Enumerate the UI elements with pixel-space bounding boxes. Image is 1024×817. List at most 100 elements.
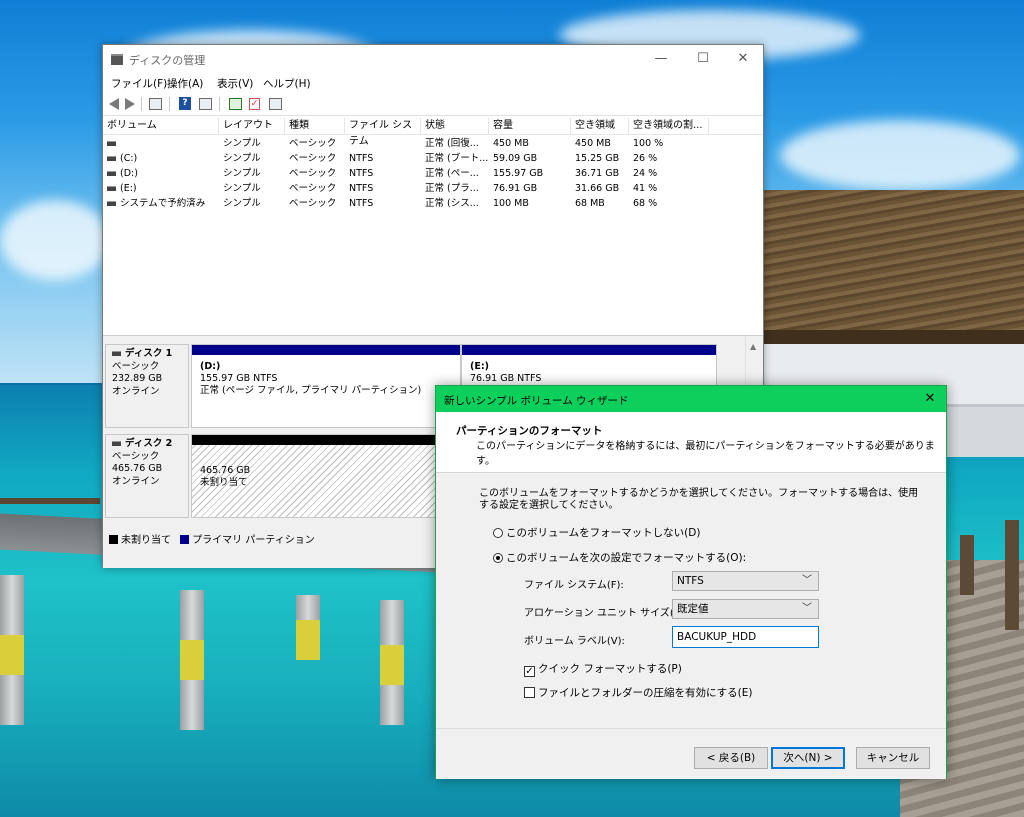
cell-type: ベーシック (289, 183, 337, 194)
column-volume[interactable]: ボリューム (103, 118, 219, 134)
allocation-unit-select[interactable]: 既定値 ﹀ (672, 599, 819, 619)
cloud (780, 120, 1020, 190)
pier-post (0, 575, 24, 725)
wizard-close-button[interactable]: ✕ (920, 390, 940, 408)
chevron-down-icon: ﹀ (802, 575, 812, 586)
connect-icon[interactable] (229, 98, 242, 110)
menu-help[interactable]: ヘルプ(H) (263, 76, 311, 91)
partition-bar (462, 345, 716, 355)
disk-icon (112, 351, 121, 356)
pier-post (296, 595, 320, 660)
check-icon[interactable]: ✓ (249, 98, 260, 110)
title-bar[interactable]: ディスクの管理 — ☐ ✕ (103, 45, 763, 73)
scroll-up-icon[interactable]: ▲ (750, 342, 756, 351)
partition-d[interactable]: (D:) 155.97 GB NTFS 正常 (ページ ファイル, プライマリ … (191, 344, 461, 428)
column-capacity[interactable]: 容量 (489, 118, 571, 134)
radio-no-format[interactable]: このボリュームをフォーマットしない(D) (493, 525, 700, 540)
forward-arrow-icon[interactable] (125, 98, 135, 110)
radio-format-circle[interactable] (493, 553, 503, 563)
list-view-icon[interactable] (269, 98, 282, 110)
file-system-select[interactable]: NTFS ﹀ (672, 571, 819, 591)
window-title: ディスクの管理 (129, 54, 206, 67)
show-hide-tree-icon[interactable] (149, 98, 162, 110)
wizard-description: このボリュームをフォーマットするかどうかを選択してください。フォーマットする場合… (479, 488, 919, 511)
wizard-title: 新しいシンプル ボリューム ウィザード (444, 395, 629, 407)
cell-free-percent: 41 % (633, 183, 658, 194)
cell-type: ベーシック (289, 198, 337, 209)
cell-volume: (E:) (103, 181, 219, 196)
pier-post (180, 590, 204, 730)
toolbar-separator (141, 97, 142, 111)
legend-unallocated: 未割り当て (121, 535, 171, 546)
disk-type: ベーシック (112, 360, 160, 372)
cell-free-percent: 100 % (633, 138, 664, 149)
disk-name: ディスク 1 (125, 348, 173, 359)
disk-status: オンライン (112, 385, 160, 397)
cell-status: 正常 (ペー... (425, 168, 479, 179)
wizard-body: このボリュームをフォーマットするかどうかを選択してください。フォーマットする場合… (436, 473, 946, 728)
next-button[interactable]: 次へ(N) > (771, 747, 845, 769)
pier-post (380, 600, 404, 725)
close-button[interactable]: ✕ (725, 49, 761, 69)
disk-1-info[interactable]: ディスク 1 ベーシック 232.89 GB オンライン (105, 344, 189, 428)
disk-2-info[interactable]: ディスク 2 ベーシック 465.76 GB オンライン (105, 434, 189, 518)
menu-view[interactable]: 表示(V) (217, 76, 253, 91)
compression-checkbox[interactable] (524, 687, 535, 698)
disk-name: ディスク 2 (125, 438, 173, 449)
wizard-title-bar[interactable]: 新しいシンプル ボリューム ウィザード ✕ (436, 386, 946, 412)
cell-capacity: 59.09 GB (493, 153, 538, 164)
volume-label-input[interactable]: BACUKUP_HDD (672, 626, 819, 648)
partition-label: (E:) (470, 361, 489, 372)
cell-file-system (345, 136, 421, 151)
radio-format[interactable]: このボリュームを次の設定でフォーマットする(O): (493, 550, 746, 565)
cell-file-system: NTFS (349, 198, 374, 209)
wizard-subheading: このパーティションにデータを格納するには、最初にパーティションをフォーマットする… (476, 441, 935, 467)
cancel-button[interactable]: キャンセル (856, 747, 930, 769)
menu-action[interactable]: 操作(A) (167, 76, 203, 91)
table-row[interactable]: (D:) シンプル ベーシック NTFS 正常 (ペー... 155.97 GB… (103, 166, 763, 181)
table-row[interactable]: システムで予約済み シンプル ベーシック NTFS 正常 (シス... 100 … (103, 196, 763, 211)
new-simple-volume-wizard: 新しいシンプル ボリューム ウィザード ✕ パーティションのフォーマット このパ… (435, 385, 947, 779)
minimize-button[interactable]: — (643, 49, 679, 69)
column-file-system[interactable]: ファイル システム (345, 118, 421, 147)
wizard-heading: パーティションのフォーマット (456, 425, 603, 437)
column-type[interactable]: 種類 (285, 118, 345, 134)
properties-icon[interactable] (199, 98, 212, 110)
wizard-header: パーティションのフォーマット このパーティションにデータを格納するには、最初にパ… (436, 412, 946, 473)
cell-layout: シンプル (223, 153, 261, 164)
disk-type: ベーシック (112, 450, 160, 462)
volume-list: ボリューム レイアウト 種類 ファイル システム 状態 容量 空き領域 空き領域… (103, 118, 763, 332)
toolbar: ? ✓ (103, 93, 763, 116)
cell-capacity: 155.97 GB (493, 168, 544, 179)
compression-checkbox-row[interactable]: ファイルとフォルダーの圧縮を有効にする(E) (524, 685, 752, 700)
radio-no-format-circle[interactable] (493, 528, 503, 538)
cell-status: 正常 (プラ... (425, 183, 479, 194)
column-layout[interactable]: レイアウト (219, 118, 285, 134)
menu-file[interactable]: ファイル(F) (111, 76, 167, 91)
cell-free-space: 15.25 GB (575, 153, 620, 164)
partition-detail: 76.91 GB NTFS (470, 373, 542, 384)
quick-format-checkbox-row[interactable]: ✓ クイック フォーマットする(P) (524, 661, 682, 677)
back-button[interactable]: < 戻る(B) (694, 747, 768, 769)
cell-volume: システムで予約済み (103, 196, 219, 211)
allocation-unit-label: アロケーション ユニット サイズ(A): (524, 608, 688, 619)
cell-type: ベーシック (289, 138, 337, 149)
toolbar-separator (169, 97, 170, 111)
back-arrow-icon[interactable] (109, 98, 119, 110)
maximize-button[interactable]: ☐ (685, 49, 721, 69)
quick-format-checkbox[interactable]: ✓ (524, 666, 535, 677)
table-row[interactable]: シンプル ベーシック 正常 (回復... 450 MB 450 MB 100 % (103, 136, 763, 151)
column-free-percent[interactable]: 空き領域の割... (629, 118, 709, 134)
cell-capacity: 76.91 GB (493, 183, 538, 194)
file-system-label: ファイル システム(F): (524, 580, 624, 591)
cell-file-system: NTFS (349, 168, 374, 179)
cell-free-percent: 68 % (633, 198, 658, 209)
cell-file-system: NTFS (349, 153, 374, 164)
table-row[interactable]: (C:) シンプル ベーシック NTFS 正常 (ブート... 59.09 GB… (103, 151, 763, 166)
left-railing (0, 498, 100, 504)
column-free-space[interactable]: 空き領域 (571, 118, 629, 134)
help-icon[interactable]: ? (179, 97, 191, 110)
disk-size: 465.76 GB (112, 463, 163, 474)
column-status[interactable]: 状態 (421, 118, 489, 134)
table-row[interactable]: (E:) シンプル ベーシック NTFS 正常 (プラ... 76.91 GB … (103, 181, 763, 196)
